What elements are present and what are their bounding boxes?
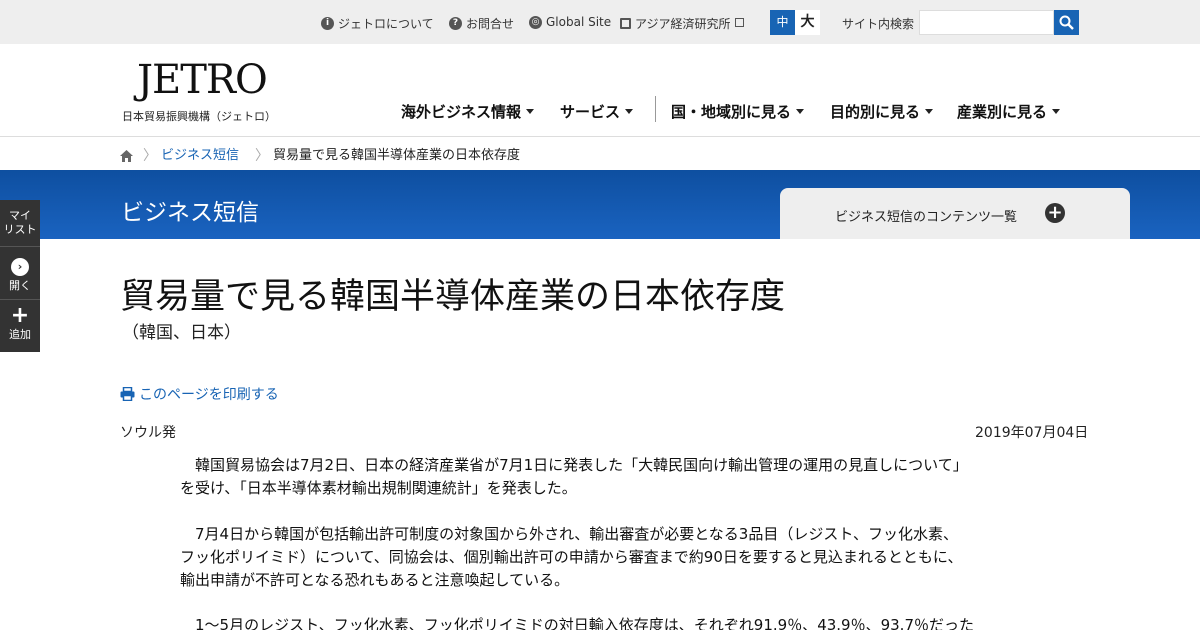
- caret-down-icon: [526, 109, 535, 114]
- search-icon: [1059, 15, 1074, 30]
- print-link[interactable]: このページを印刷する: [120, 384, 279, 404]
- caret-down-icon: [1052, 109, 1061, 114]
- nav-by-purpose[interactable]: 目的別に見る: [830, 101, 934, 122]
- caret-down-icon: [625, 109, 634, 114]
- ide-link[interactable]: アジア経済研究所: [620, 15, 744, 32]
- about-link[interactable]: i ジェトロについて: [321, 15, 434, 32]
- search-button[interactable]: [1054, 10, 1079, 35]
- logo-subtitle: 日本貿易振興機構（ジェトロ）: [122, 110, 276, 123]
- nav-services[interactable]: サービス: [560, 101, 634, 122]
- article-title: 貿易量で見る韓国半導体産業の日本依存度: [120, 277, 786, 317]
- contact-link[interactable]: ? お問合せ: [449, 15, 514, 32]
- contents-list-label: ビジネス短信のコンテンツ一覧: [835, 210, 1018, 225]
- plus-icon: +: [10, 303, 30, 328]
- breadcrumb-current: 貿易量で見る韓国半導体産業の日本依存度: [273, 148, 521, 163]
- breadcrumb-business-news[interactable]: ビジネス短信: [161, 144, 239, 163]
- font-size-medium-button[interactable]: 中: [770, 10, 795, 35]
- plus-circle-icon: +: [1045, 203, 1065, 223]
- article-location: ソウル発: [120, 425, 176, 441]
- home-icon: [120, 150, 133, 162]
- nav-divider: [655, 96, 656, 122]
- section-title: ビジネス短信: [121, 200, 259, 226]
- add-button[interactable]: + 追加: [0, 303, 40, 342]
- printer-icon: [120, 387, 135, 401]
- nav-by-industry[interactable]: 産業別に見る: [957, 101, 1061, 122]
- breadcrumb-home[interactable]: [120, 147, 133, 166]
- info-icon: i: [321, 17, 334, 30]
- chevron-right-icon: ›: [11, 258, 29, 276]
- logo-wordmark: JETRO: [137, 57, 268, 103]
- caret-down-icon: [925, 109, 934, 114]
- article-date: 2019年07月04日: [975, 425, 1089, 441]
- font-size-large-button[interactable]: 大: [795, 10, 820, 35]
- header-divider: [0, 136, 1200, 137]
- article-paragraph: 1～5月のレジスト、フッ化水素、フッ化ポリイミドの対日輸入依存度は、それぞれ91…: [180, 616, 974, 630]
- caret-down-icon: [796, 109, 805, 114]
- search-label: サイト内検索: [842, 17, 915, 31]
- about-label: ジェトロについて: [338, 17, 434, 31]
- contents-list-tab[interactable]: ビジネス短信のコンテンツ一覧 +: [780, 188, 1130, 239]
- global-site-label: Global Site: [546, 15, 612, 29]
- article-paragraph: 韓国貿易協会は7月2日、日本の経済産業省が7月1日に発表した「大韓民国向け輸出管…: [180, 456, 968, 497]
- sidebar-divider: [0, 299, 40, 300]
- article-paragraph: 7月4日から韓国が包括輸出許可制度の対象国から外され、輸出審査が必要となる3品目…: [180, 525, 963, 589]
- sidebar-divider: [0, 246, 40, 247]
- contact-label: お問合せ: [466, 17, 515, 31]
- article-subtitle: （韓国、日本）: [122, 323, 241, 343]
- search-input[interactable]: [919, 10, 1054, 35]
- mylist-sidebar: マイ リスト › 開く + 追加: [0, 200, 40, 352]
- ide-label: アジア経済研究所: [635, 17, 731, 31]
- globe-icon: ◎: [529, 15, 542, 29]
- breadcrumb-chevron-icon: 〉: [255, 148, 269, 164]
- nav-overseas-business[interactable]: 海外ビジネス情報: [401, 101, 535, 122]
- mylist-label: マイ リスト: [3, 209, 37, 236]
- print-label: このページを印刷する: [139, 387, 279, 403]
- breadcrumb-chevron-icon: 〉: [143, 148, 157, 164]
- global-site-link[interactable]: ◎ Global Site: [529, 15, 611, 29]
- external-link-icon: [734, 18, 744, 27]
- building-icon: [620, 18, 631, 29]
- open-button[interactable]: › 開く: [0, 258, 40, 293]
- nav-by-region[interactable]: 国・地域別に見る: [671, 101, 805, 122]
- question-icon: ?: [449, 17, 462, 30]
